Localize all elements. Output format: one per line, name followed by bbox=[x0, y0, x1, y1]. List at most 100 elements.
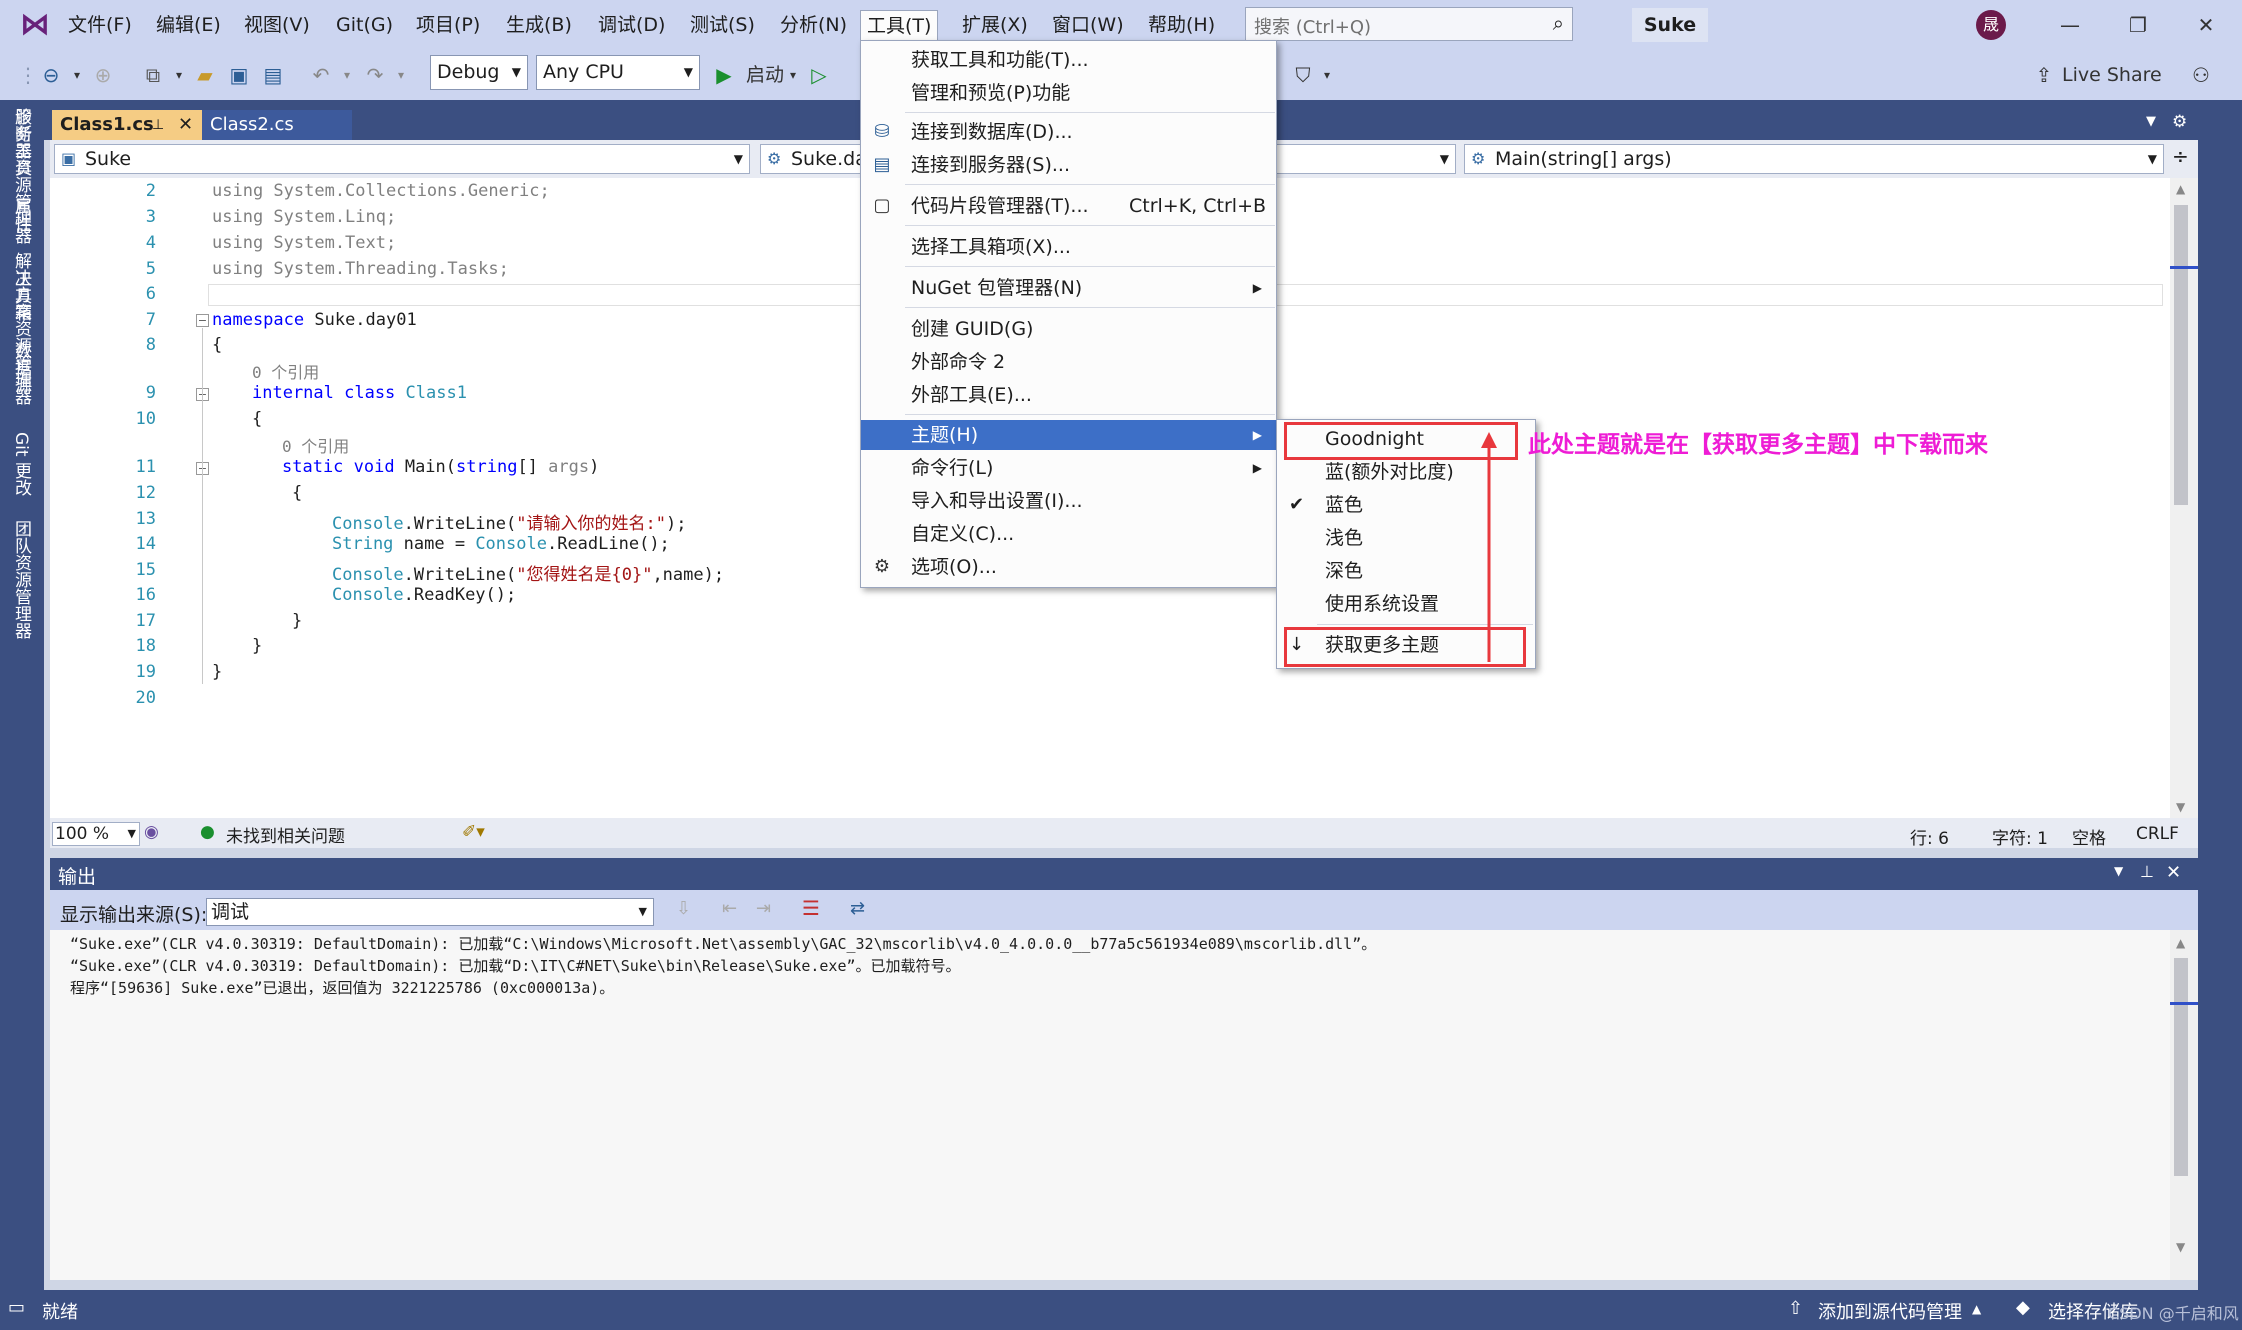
undo-icon[interactable]: ↶ bbox=[306, 60, 336, 90]
brush-cleanup-icon[interactable]: ✐▾ bbox=[462, 822, 485, 842]
menu-extensions[interactable]: 扩展(X) bbox=[956, 10, 1034, 40]
close-window-icon[interactable]: ✕ bbox=[2186, 8, 2226, 42]
output-source-select[interactable]: 调试 ▼ bbox=[206, 898, 654, 926]
platform-value: Any CPU bbox=[543, 61, 624, 83]
find-in-output-icon[interactable]: ⇩ bbox=[676, 898, 691, 919]
menu-external-command-2[interactable]: 外部命令 2 bbox=[861, 347, 1276, 377]
next-message-icon[interactable]: ⇥ bbox=[756, 898, 771, 919]
menu-get-tools[interactable]: 获取工具和功能(T)... bbox=[861, 45, 1276, 75]
live-share-icon[interactable]: ⇪ bbox=[2032, 60, 2056, 90]
close-tab-icon[interactable]: ✕ bbox=[178, 110, 193, 140]
pin-icon[interactable]: ⊥ bbox=[152, 110, 164, 140]
menu-external-tools[interactable]: 外部工具(E)... bbox=[861, 380, 1276, 410]
menu-view[interactable]: 视图(V) bbox=[238, 10, 316, 40]
menu-test[interactable]: 测试(S) bbox=[684, 10, 761, 40]
line-indicator[interactable]: 行: 6 bbox=[1910, 824, 1949, 849]
start-without-debug-icon[interactable]: ▷ bbox=[806, 60, 832, 90]
tab-list-dropdown-icon[interactable]: ▼ bbox=[2146, 114, 2156, 129]
platform-select[interactable]: Any CPU ▼ bbox=[536, 55, 700, 90]
add-source-control-button[interactable]: 添加到源代码管理 bbox=[1818, 1298, 1962, 1324]
tab-class1[interactable]: Class1.cs ⊥ ✕ bbox=[52, 110, 202, 140]
menu-import-export[interactable]: 导入和导出设置(I)... bbox=[861, 486, 1276, 516]
menu-customize[interactable]: 自定义(C)... bbox=[861, 519, 1276, 549]
code-lens-references[interactable]: 0 个引用 bbox=[252, 359, 319, 383]
menu-project[interactable]: 项目(P) bbox=[410, 10, 486, 40]
scroll-thumb[interactable] bbox=[2174, 205, 2188, 505]
team-explorer-tab[interactable]: 团队资源管理器 bbox=[10, 520, 34, 648]
issues-status[interactable]: 未找到相关问题 bbox=[226, 822, 345, 847]
toggle-word-wrap-icon[interactable]: ⇄ bbox=[850, 898, 865, 919]
start-button[interactable]: 启动 bbox=[740, 60, 790, 90]
back-dropdown-icon[interactable]: ▾ bbox=[70, 60, 84, 90]
line-ending-indicator[interactable]: CRLF bbox=[2136, 824, 2179, 844]
menu-choose-toolbox[interactable]: 选择工具箱项(X)... bbox=[861, 232, 1276, 262]
toolbar-overflow-icon[interactable]: ▾ bbox=[1320, 60, 1334, 90]
start-icon[interactable]: ▶ bbox=[712, 60, 736, 90]
new-project-icon[interactable]: ⧉ bbox=[138, 60, 168, 90]
open-folder-icon[interactable]: ▰ bbox=[190, 60, 220, 90]
git-changes-tab[interactable]: Git 更改 bbox=[10, 432, 34, 508]
vs-logo-icon[interactable]: ⋈ bbox=[16, 8, 54, 42]
scroll-thumb[interactable] bbox=[2174, 958, 2188, 1176]
char-indicator[interactable]: 字符: 1 bbox=[1992, 824, 2048, 849]
intellicode-icon[interactable]: ◉ bbox=[144, 822, 159, 842]
properties-tab[interactable]: 属性 bbox=[10, 198, 34, 238]
code-lens-references[interactable]: 0 个引用 bbox=[282, 433, 349, 457]
menu-edit[interactable]: 编辑(E) bbox=[150, 10, 227, 40]
save-icon[interactable]: ▣ bbox=[224, 60, 254, 90]
save-all-icon[interactable]: ▤ bbox=[258, 60, 288, 90]
menu-window[interactable]: 窗口(W) bbox=[1046, 10, 1130, 40]
config-select[interactable]: Debug ▼ bbox=[430, 55, 528, 90]
close-panel-icon[interactable]: ✕ bbox=[2166, 862, 2181, 883]
new-dropdown-icon[interactable]: ▾ bbox=[172, 60, 186, 90]
live-share-button[interactable]: Live Share bbox=[2062, 60, 2162, 90]
notification-icon[interactable]: ▭ bbox=[8, 1297, 25, 1318]
menu-theme[interactable]: 主题(H) ▶ bbox=[861, 420, 1276, 450]
redo-dropdown-icon[interactable]: ▾ bbox=[394, 60, 408, 90]
whitespace-indicator[interactable]: 空格 bbox=[2072, 824, 2106, 849]
menu-analyze[interactable]: 分析(N) bbox=[774, 10, 853, 40]
menu-create-guid[interactable]: 创建 GUID(G) bbox=[861, 314, 1276, 344]
search-box[interactable]: 搜索 (Ctrl+Q) ⌕ bbox=[1245, 7, 1573, 41]
menu-snippet-manager[interactable]: ▢ 代码片段管理器(T)... Ctrl+K, Ctrl+B bbox=[861, 191, 1276, 221]
menu-connect-server[interactable]: ▤ 连接到服务器(S)... bbox=[861, 150, 1276, 180]
menu-command-line[interactable]: 命令行(L) ▶ bbox=[861, 453, 1276, 483]
back-icon[interactable]: ⊖ bbox=[36, 60, 66, 90]
panel-menu-icon[interactable]: ▼ bbox=[2114, 864, 2123, 878]
start-dropdown-icon[interactable]: ▾ bbox=[786, 60, 800, 90]
restore-icon[interactable]: ❐ bbox=[2118, 8, 2158, 42]
menu-manage-preview[interactable]: 管理和预览(P)功能 bbox=[861, 78, 1276, 108]
tab-class2[interactable]: Class2.cs bbox=[202, 110, 352, 140]
scroll-down-icon[interactable]: ▼ bbox=[2176, 1240, 2185, 1254]
menu-help[interactable]: 帮助(H) bbox=[1142, 10, 1221, 40]
bookmark-icon[interactable]: ⛉ bbox=[1288, 60, 1318, 90]
project-dropdown[interactable]: ▣ Suke ▼ bbox=[54, 144, 750, 174]
redo-icon[interactable]: ↷ bbox=[360, 60, 390, 90]
menu-debug[interactable]: 调试(D) bbox=[592, 10, 671, 40]
menu-nuget[interactable]: NuGet 包管理器(N) ▶ bbox=[861, 273, 1276, 303]
scroll-down-icon[interactable]: ▼ bbox=[2176, 800, 2185, 814]
diagnostic-tools-tab[interactable]: 诊断工具 bbox=[10, 108, 34, 184]
undo-dropdown-icon[interactable]: ▾ bbox=[340, 60, 354, 90]
pin-panel-icon[interactable]: ⊥ bbox=[2140, 862, 2154, 881]
menu-git[interactable]: Git(G) bbox=[330, 10, 399, 40]
settings-gear-icon[interactable]: ⚙ bbox=[2172, 112, 2187, 132]
menu-options[interactable]: ⚙ 选项(O)... bbox=[861, 552, 1276, 582]
forward-icon[interactable]: ⊕ bbox=[88, 60, 118, 90]
menu-build[interactable]: 生成(B) bbox=[500, 10, 578, 40]
zoom-select[interactable]: 100 % ▼ bbox=[52, 822, 140, 846]
fold-toggle-icon[interactable]: − bbox=[196, 314, 209, 327]
feedback-icon[interactable]: ⚇ bbox=[2186, 60, 2216, 90]
split-editor-icon[interactable]: ÷ bbox=[2172, 144, 2189, 168]
scroll-up-icon[interactable]: ▲ bbox=[2176, 182, 2185, 196]
solution-explorer-tab[interactable]: 解决方案资源管理器 bbox=[10, 252, 34, 420]
prev-message-icon[interactable]: ⇤ bbox=[722, 898, 737, 919]
menu-file[interactable]: 文件(F) bbox=[62, 10, 138, 40]
minimize-icon[interactable]: — bbox=[2050, 8, 2090, 42]
clear-all-icon[interactable]: ☰ bbox=[802, 896, 820, 920]
avatar[interactable]: 晟 bbox=[1976, 10, 2006, 40]
menu-connect-database[interactable]: ⛁ 连接到数据库(D)... bbox=[861, 117, 1276, 147]
member-dropdown[interactable]: ⚙ Main(string[] args) ▼ bbox=[1464, 144, 2164, 174]
scroll-up-icon[interactable]: ▲ bbox=[2176, 936, 2185, 950]
menu-item-label: 连接到数据库(D)... bbox=[911, 121, 1073, 143]
